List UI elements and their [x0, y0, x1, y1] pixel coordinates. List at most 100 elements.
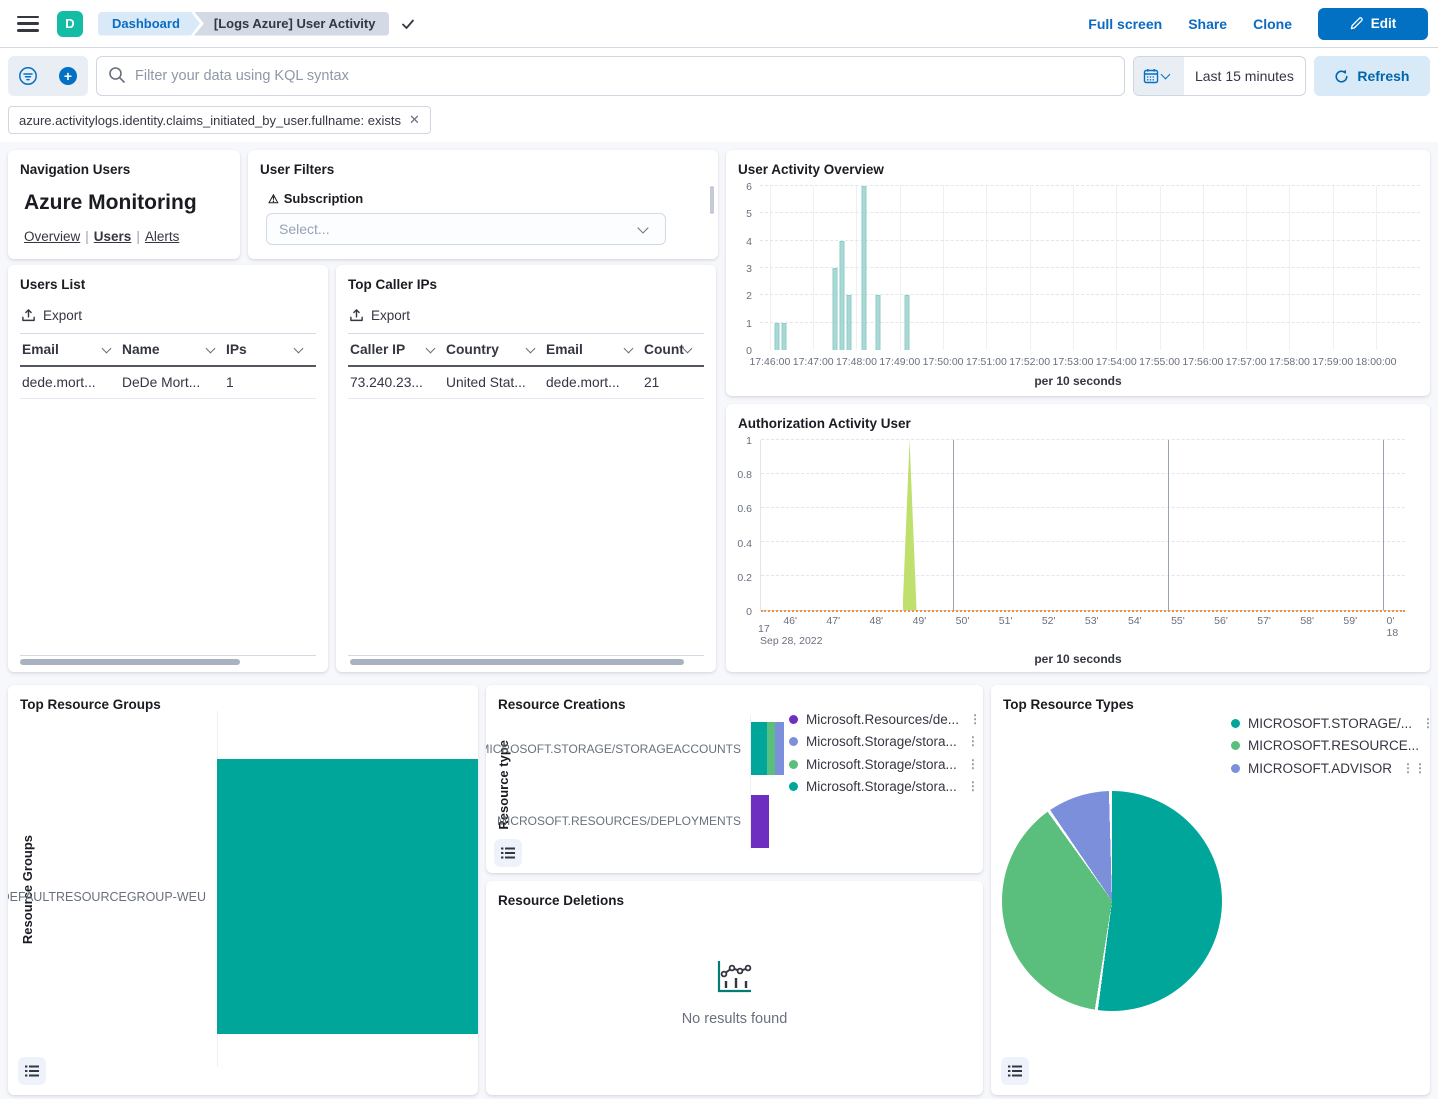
- table-row[interactable]: 73.240.23...United Stat...dede.mort...21: [348, 367, 704, 399]
- bar-segment[interactable]: [751, 722, 767, 775]
- panel-title: Navigation Users: [8, 150, 240, 177]
- legend-actions-icon[interactable]: ⋮⋮: [965, 783, 983, 790]
- column-header-country[interactable]: Country: [444, 334, 544, 365]
- bar-segment[interactable]: [775, 722, 784, 775]
- bar-segment[interactable]: [751, 795, 769, 848]
- legend-actions-icon[interactable]: ⋮⋮: [965, 761, 983, 768]
- legend-actions-icon[interactable]: ⋮⋮: [1400, 765, 1428, 772]
- column-header-caller-ip[interactable]: Caller IP: [348, 334, 444, 365]
- column-header-label: IPs: [226, 342, 247, 357]
- y-tick-label: 3: [726, 263, 752, 275]
- vertical-scrollbar[interactable]: [710, 186, 714, 214]
- legend-item[interactable]: MICROSOFT.STORAGE/...⋮⋮: [1231, 712, 1422, 735]
- panel-resource-creations: Resource Creations Resource type MICROSO…: [486, 685, 983, 873]
- stacked-bar[interactable]: [751, 722, 784, 775]
- column-header-name[interactable]: Name: [120, 334, 224, 365]
- activity-spike[interactable]: [903, 440, 917, 610]
- column-header-label: Email: [546, 342, 583, 357]
- x-tick-label: 0': [1386, 615, 1394, 627]
- chart-bar[interactable]: [861, 186, 866, 350]
- x-tick-label: 47': [826, 615, 840, 627]
- time-range-button[interactable]: Last 15 minutes: [1184, 57, 1305, 95]
- header-action-clone[interactable]: Clone: [1253, 16, 1292, 32]
- chart-bar[interactable]: [847, 295, 852, 350]
- y-tick-label: 1: [726, 435, 752, 447]
- chart-bar[interactable]: [905, 295, 910, 350]
- x-tick-label: 17:54:00: [1096, 356, 1137, 368]
- search-icon: [108, 66, 126, 84]
- legend-list-button[interactable]: [494, 839, 522, 867]
- legend-list-button[interactable]: [1001, 1057, 1029, 1085]
- column-header-count[interactable]: Count: [642, 334, 700, 365]
- table-cell: dede.mort...: [20, 367, 120, 398]
- legend-item[interactable]: MICROSOFT.RESOURCE...⋮⋮: [1231, 735, 1422, 758]
- legend-item[interactable]: Microsoft.Storage/stora...⋮⋮: [789, 753, 973, 776]
- x-tick-label: 17:58:00: [1269, 356, 1310, 368]
- kql-search-input[interactable]: [96, 56, 1125, 96]
- nav-link-overview[interactable]: Overview: [24, 229, 80, 244]
- sort-chevron-icon: [102, 343, 112, 353]
- chart-bar[interactable]: [876, 295, 881, 350]
- header-action-full-screen[interactable]: Full screen: [1088, 16, 1162, 32]
- edit-button[interactable]: Edit: [1318, 8, 1428, 40]
- table-row[interactable]: dede.mort...DeDe Mort...1: [20, 367, 316, 399]
- legend-item[interactable]: Microsoft.Storage/stora...⋮⋮: [789, 731, 973, 754]
- legend-label: Microsoft.Storage/stora...: [806, 757, 957, 772]
- check-icon[interactable]: [401, 17, 415, 31]
- export-icon: [21, 308, 36, 323]
- grid-line: [761, 473, 1405, 474]
- nav-link-alerts[interactable]: Alerts: [145, 229, 180, 244]
- legend-label: MICROSOFT.ADVISOR: [1248, 761, 1392, 776]
- x-tick-label: 17:48:00: [836, 356, 877, 368]
- table-header-row: EmailNameIPs: [20, 334, 316, 367]
- legend-dot: [1231, 764, 1240, 773]
- x-tick-label: 55': [1171, 615, 1185, 627]
- time-boundary-line: [1383, 440, 1384, 610]
- legend-actions-icon[interactable]: ⋮⋮: [1420, 720, 1430, 727]
- grid-line: [760, 185, 1420, 186]
- legend-actions-icon[interactable]: ⋮⋮: [1427, 742, 1430, 749]
- legend-actions-icon[interactable]: ⋮⋮: [967, 716, 983, 723]
- chart-bar[interactable]: [782, 323, 787, 350]
- panel-user-activity-overview: User Activity Overview 17:46:0017:47:001…: [726, 150, 1430, 396]
- bar-segment[interactable]: [767, 722, 775, 775]
- legend-item[interactable]: Microsoft.Storage/stora...⋮⋮: [789, 776, 973, 799]
- chart-bar[interactable]: [840, 241, 845, 350]
- menu-icon[interactable]: [17, 16, 39, 32]
- edit-button-label: Edit: [1371, 16, 1397, 31]
- x-tick-label: 58': [1300, 615, 1314, 627]
- legend-item[interactable]: Microsoft.Resources/de...⋮⋮: [789, 708, 973, 731]
- add-filter-button[interactable]: +: [48, 56, 88, 96]
- area-chart-plot: 46'47'48'49'50'51'52'53'54'55'56'57'58'5…: [760, 440, 1405, 611]
- stacked-bar[interactable]: [751, 795, 769, 848]
- table-cell: 21: [642, 367, 700, 398]
- subscription-select[interactable]: Select...: [266, 213, 666, 245]
- legend-item[interactable]: MICROSOFT.ADVISOR⋮⋮: [1231, 757, 1422, 780]
- filter-pill[interactable]: azure.activitylogs.identity.claims_initi…: [8, 106, 431, 134]
- breadcrumb-item[interactable]: Dashboard: [98, 12, 200, 36]
- close-icon[interactable]: ✕: [409, 112, 420, 128]
- column-header-ips[interactable]: IPs: [224, 334, 312, 365]
- column-header-email[interactable]: Email: [544, 334, 642, 365]
- bar-resource-group[interactable]: [217, 759, 478, 1034]
- calendar-button[interactable]: [1134, 57, 1184, 95]
- header-action-share[interactable]: Share: [1188, 16, 1227, 32]
- pie-chart[interactable]: [1002, 791, 1222, 1011]
- space-avatar[interactable]: D: [57, 11, 83, 37]
- column-header-label: Count: [644, 342, 684, 357]
- chart-bar[interactable]: [775, 323, 780, 350]
- legend-actions-icon[interactable]: ⋮⋮: [965, 738, 983, 745]
- saved-queries-button[interactable]: [8, 56, 48, 96]
- export-button[interactable]: Export: [336, 292, 410, 333]
- nav-link-users[interactable]: Users: [94, 229, 132, 244]
- export-button[interactable]: Export: [8, 292, 82, 333]
- grid-line: [760, 294, 1420, 295]
- grid-line: [770, 186, 771, 350]
- column-header-email[interactable]: Email: [20, 334, 120, 365]
- legend-list-button[interactable]: [18, 1057, 46, 1085]
- breadcrumb-item[interactable]: [Logs Azure] User Activity: [194, 12, 390, 36]
- chart-bar[interactable]: [832, 268, 837, 350]
- horizontal-scrollbar[interactable]: [20, 659, 240, 665]
- horizontal-scrollbar[interactable]: [350, 659, 684, 665]
- refresh-button[interactable]: Refresh: [1314, 56, 1430, 96]
